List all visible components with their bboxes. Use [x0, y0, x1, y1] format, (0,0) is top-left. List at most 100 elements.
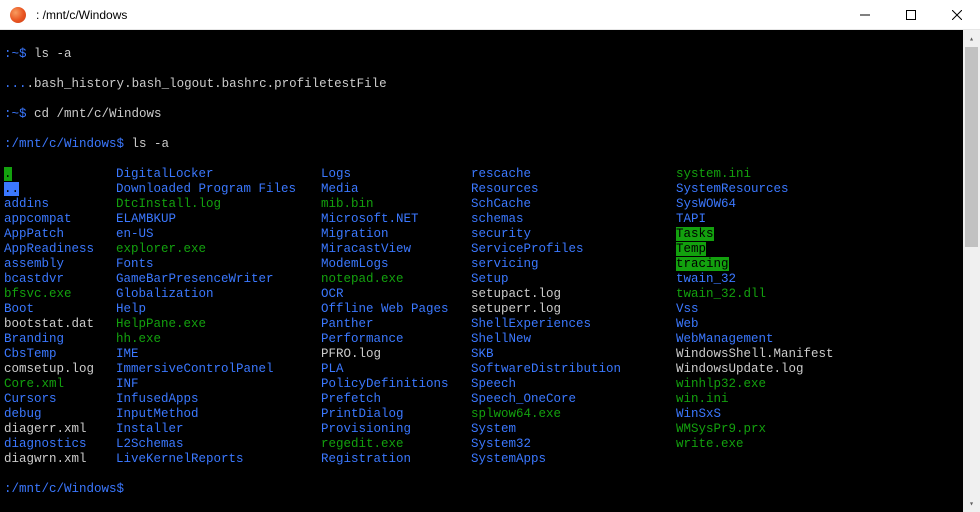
listing-cell: Temp	[676, 242, 959, 257]
listing-item: system.ini	[676, 167, 751, 181]
listing-row: diagnosticsL2Schemasregedit.exeSystem32w…	[4, 437, 959, 452]
listing-item: Downloaded Program Files	[116, 182, 296, 196]
listing-item: L2Schemas	[116, 437, 184, 451]
listing-item: OCR	[321, 287, 344, 301]
listing-item: Offline Web Pages	[321, 302, 449, 316]
listing-cell: Boot	[4, 302, 116, 317]
listing-cell: AppReadiness	[4, 242, 116, 257]
scroll-up-button[interactable]: ▴	[963, 30, 980, 47]
listing-cell: diagnostics	[4, 437, 116, 452]
listing-item: ShellExperiences	[471, 317, 591, 331]
listing-item: diagwrn.xml	[4, 452, 87, 466]
listing-item: Cursors	[4, 392, 57, 406]
prompt-path: :/mnt/c/Windows$	[4, 482, 124, 497]
minimize-button[interactable]	[842, 0, 888, 30]
listing-item: WindowsShell.Manifest	[676, 347, 834, 361]
window-titlebar[interactable]: : /mnt/c/Windows	[0, 0, 980, 30]
listing-item: Provisioning	[321, 422, 411, 436]
listing-cell: bcastdvr	[4, 272, 116, 287]
listing-item: Prefetch	[321, 392, 381, 406]
listing-item: SysWOW64	[676, 197, 736, 211]
listing-row: Brandinghh.exePerformanceShellNewWebMana…	[4, 332, 959, 347]
listing-cell: Speech_OneCore	[471, 392, 676, 407]
scroll-down-button[interactable]: ▾	[963, 495, 980, 512]
listing-cell: PFRO.log	[321, 347, 471, 362]
listing-cell: twain_32	[676, 272, 959, 287]
listing-cell: InputMethod	[116, 407, 321, 422]
listing-item: TAPI	[676, 212, 706, 226]
listing-item: CbsTemp	[4, 347, 57, 361]
prompt-path: :~$	[4, 107, 27, 122]
listing-cell: Microsoft.NET	[321, 212, 471, 227]
minimize-icon	[860, 10, 870, 20]
listing-cell: ImmersiveControlPanel	[116, 362, 321, 377]
listing-cell: WindowsUpdate.log	[676, 362, 959, 377]
maximize-button[interactable]	[888, 0, 934, 30]
listing-row: bootstat.datHelpPane.exePantherShellExpe…	[4, 317, 959, 332]
listing-item: twain_32	[676, 272, 736, 286]
listing-cell: Web	[676, 317, 959, 332]
listing-cell: schemas	[471, 212, 676, 227]
listing-item: Core.xml	[4, 377, 64, 391]
scroll-thumb[interactable]	[965, 47, 978, 247]
listing-row: diagwrn.xmlLiveKernelReportsRegistration…	[4, 452, 959, 467]
listing-item: WinSxS	[676, 407, 721, 421]
listing-cell: PLA	[321, 362, 471, 377]
listing-item: schemas	[471, 212, 524, 226]
ls-item: .bashrc	[214, 77, 267, 92]
listing-row: bcastdvrGameBarPresenceWriternotepad.exe…	[4, 272, 959, 287]
listing-item: Boot	[4, 302, 34, 316]
listing-cell: System32	[471, 437, 676, 452]
listing-item: WindowsUpdate.log	[676, 362, 804, 376]
listing-item: assembly	[4, 257, 64, 271]
listing-item: Globalization	[116, 287, 214, 301]
listing-item: AppReadiness	[4, 242, 94, 256]
window-title: : /mnt/c/Windows	[36, 8, 127, 22]
listing-cell: MiracastView	[321, 242, 471, 257]
terminal[interactable]: :~$ ls -a . .. .bash_history .bash_logou…	[0, 30, 963, 512]
listing-cell: Globalization	[116, 287, 321, 302]
listing-cell: L2Schemas	[116, 437, 321, 452]
listing-cell: DigitalLocker	[116, 167, 321, 182]
listing-cell: Logs	[321, 167, 471, 182]
listing-item: rescache	[471, 167, 531, 181]
listing-cell: WMSysPr9.prx	[676, 422, 959, 437]
listing-cell: WinSxS	[676, 407, 959, 422]
listing-cell: Offline Web Pages	[321, 302, 471, 317]
listing-cell: Help	[116, 302, 321, 317]
listing-cell: ELAMBKUP	[116, 212, 321, 227]
listing-cell: PolicyDefinitions	[321, 377, 471, 392]
listing-item: ELAMBKUP	[116, 212, 176, 226]
listing-item: explorer.exe	[116, 242, 206, 256]
vertical-scrollbar[interactable]: ▴ ▾	[963, 30, 980, 512]
listing-item: Tasks	[676, 227, 714, 241]
listing-item: security	[471, 227, 531, 241]
listing-item: Migration	[321, 227, 389, 241]
listing-item: diagerr.xml	[4, 422, 87, 436]
prompt-path: :~$	[4, 47, 27, 62]
listing-cell: System	[471, 422, 676, 437]
listing-item: setupact.log	[471, 287, 561, 301]
listing-cell: ServiceProfiles	[471, 242, 676, 257]
listing-item: SystemApps	[471, 452, 546, 466]
listing-item: appcompat	[4, 212, 72, 226]
listing-cell: Installer	[116, 422, 321, 437]
listing-cell: Provisioning	[321, 422, 471, 437]
listing-cell: AppPatch	[4, 227, 116, 242]
listing-item: SoftwareDistribution	[471, 362, 621, 376]
listing-item: addins	[4, 197, 49, 211]
listing-item: splwow64.exe	[471, 407, 561, 421]
listing-item: WMSysPr9.prx	[676, 422, 766, 436]
listing-item: servicing	[471, 257, 539, 271]
listing-cell: ShellNew	[471, 332, 676, 347]
close-button[interactable]	[934, 0, 980, 30]
listing-item: ..	[4, 182, 19, 196]
listing-cell: SystemResources	[676, 182, 959, 197]
listing-cell: appcompat	[4, 212, 116, 227]
listing-cell: setupact.log	[471, 287, 676, 302]
listing-item: Help	[116, 302, 146, 316]
listing-cell: diagerr.xml	[4, 422, 116, 437]
listing-item: bootstat.dat	[4, 317, 94, 331]
listing-item: diagnostics	[4, 437, 87, 451]
listing-item: bcastdvr	[4, 272, 64, 286]
